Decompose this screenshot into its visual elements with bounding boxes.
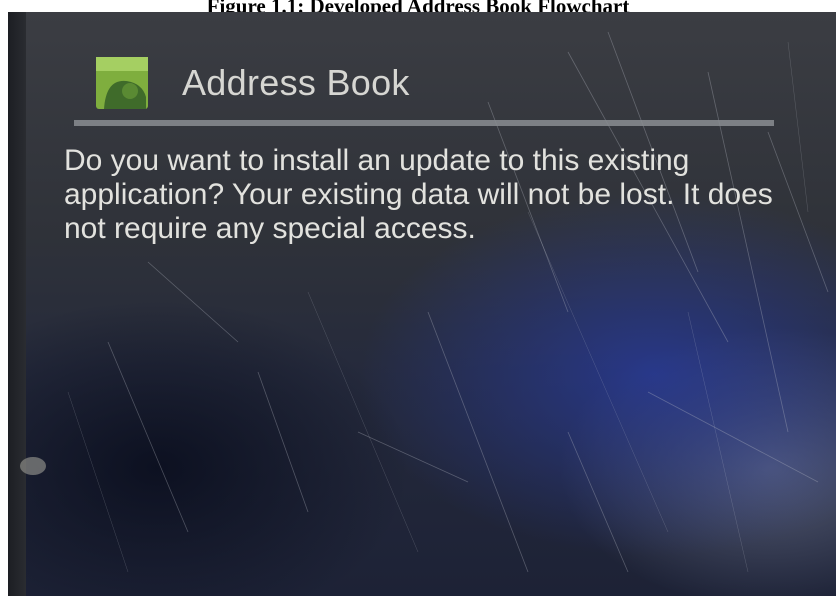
phone-screen-photo: Address Book Do you want to install an u… [8, 12, 836, 596]
dialog-title: Address Book [182, 62, 410, 103]
dialog-message: Do you want to install an update to this… [64, 144, 773, 245]
screen-smudge [20, 457, 46, 475]
title-divider [74, 120, 774, 126]
dialog-header: Address Book [96, 52, 410, 114]
android-app-icon [96, 57, 148, 109]
